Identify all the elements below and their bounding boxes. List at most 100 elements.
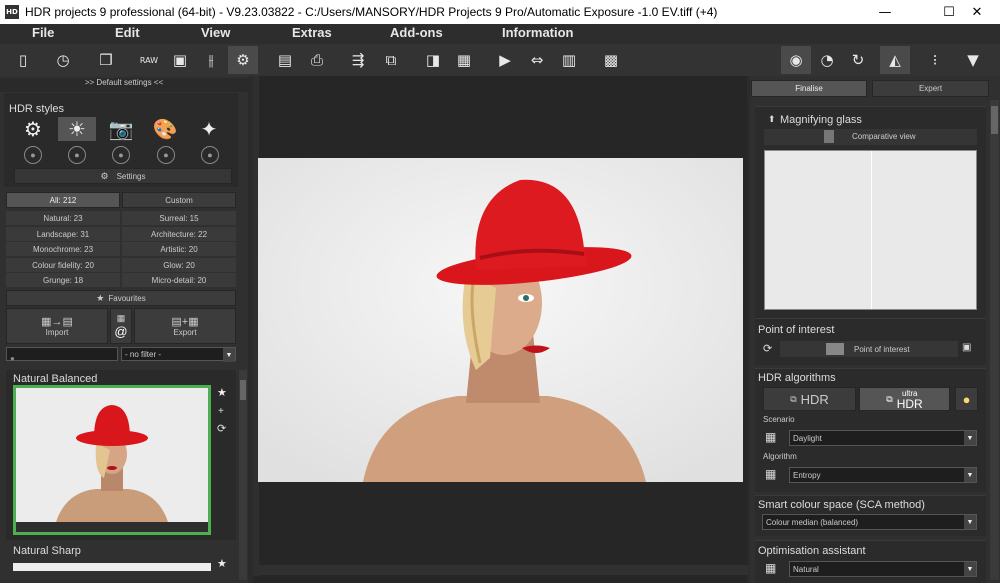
email-button[interactable]: ▦ @: [110, 308, 132, 344]
category-natural[interactable]: Natural: 23: [6, 211, 120, 225]
raw-icon[interactable]: RAW: [134, 46, 164, 74]
add-icon[interactable]: +: [218, 406, 224, 417]
panel-icon[interactable]: ⁝: [920, 46, 950, 74]
favourite-star-icon[interactable]: ★: [217, 386, 227, 399]
category-landscape[interactable]: Landscape: 31: [6, 227, 120, 241]
poi-button[interactable]: Point of interest: [780, 341, 958, 357]
hdr-button[interactable]: ⧉ HDR: [763, 387, 856, 411]
tab-all[interactable]: All: 212: [6, 192, 120, 208]
post-processing-icon[interactable]: ⚙: [228, 46, 258, 74]
brightness-icon[interactable]: ☀: [58, 117, 96, 141]
layers-icon[interactable]: ◨: [418, 46, 448, 74]
batch-icon[interactable]: ❒: [91, 46, 121, 74]
favourite-star-icon[interactable]: ★: [217, 557, 227, 570]
optimisation-title: Optimisation assistant: [758, 545, 866, 557]
sparkle-icon[interactable]: ✦: [190, 117, 228, 141]
poi-settings-icon[interactable]: ▣: [962, 342, 971, 353]
user-icon[interactable]: ●: [24, 146, 42, 164]
export-button[interactable]: ▤+▦ Export: [134, 308, 236, 344]
user-icon[interactable]: ●: [201, 146, 219, 164]
new-icon[interactable]: ▯: [8, 46, 38, 74]
import-button[interactable]: ▦→▤ Import: [6, 308, 108, 344]
tab-expert[interactable]: Expert: [872, 80, 989, 97]
tab-custom[interactable]: Custom: [122, 192, 236, 208]
palette-icon[interactable]: 🎨: [146, 117, 184, 141]
portrait-thumbnail: [16, 388, 208, 522]
category-surreal[interactable]: Surreal: 15: [122, 211, 236, 225]
main-image[interactable]: [258, 158, 743, 482]
comparative-view-toggle[interactable]: Comparative view: [764, 129, 977, 145]
crop-icon[interactable]: ⇔: [522, 46, 552, 74]
filter-dropdown[interactable]: - no filter - ▼: [121, 347, 236, 362]
poi-button-label: Point of interest: [854, 344, 910, 354]
print-icon[interactable]: ⎙: [302, 46, 332, 74]
menu-addons[interactable]: Add-ons: [390, 25, 443, 40]
settings-button[interactable]: ⚙ Settings: [14, 168, 232, 184]
ultra-hdr-button[interactable]: ⧉ ultra HDR: [859, 387, 950, 411]
arrow-up-icon[interactable]: ⬆: [768, 114, 776, 125]
close-button[interactable]: ✕: [954, 0, 1000, 24]
compare-icon[interactable]: ⧉: [376, 46, 406, 74]
history-icon[interactable]: ◷: [48, 46, 78, 74]
scroll-thumb[interactable]: [991, 106, 998, 134]
camera-icon[interactable]: 📷: [102, 117, 140, 141]
user-icon[interactable]: ●: [68, 146, 86, 164]
view-eye-icon[interactable]: ◉: [781, 46, 811, 74]
horizontal-scrollbar[interactable]: [259, 565, 749, 575]
algorithm-grid-icon[interactable]: ▦: [765, 467, 776, 481]
chevron-down-icon: ▼: [223, 348, 235, 362]
images-icon[interactable]: ▣: [165, 46, 195, 74]
comparative-view-label: Comparative view: [852, 132, 916, 141]
chevron-down-icon: ▼: [964, 468, 976, 482]
category-colour-fidelity[interactable]: Colour fidelity: 20: [6, 258, 120, 272]
gears-icon[interactable]: ⚙: [14, 117, 52, 141]
user-icon[interactable]: ●: [112, 146, 130, 164]
right-scrollbar[interactable]: [990, 100, 999, 580]
filmstrip-icon[interactable]: ▦: [449, 46, 479, 74]
tab-finalise[interactable]: Finalise: [751, 80, 867, 97]
optimisation-dropdown[interactable]: Natural ▼: [789, 561, 977, 577]
dropdown-tools-icon[interactable]: ▼: [958, 46, 988, 74]
import-label: Import: [45, 328, 69, 337]
preset-thumbnail-selected[interactable]: [13, 385, 211, 535]
preset-thumbnail[interactable]: [13, 563, 211, 571]
sca-dropdown[interactable]: Colour median (balanced) ▼: [762, 514, 977, 530]
default-settings-button[interactable]: >> Default settings <<: [0, 78, 248, 92]
optimisation-grid-icon[interactable]: ▦: [765, 561, 776, 575]
menu-extras[interactable]: Extras: [292, 25, 332, 40]
category-grunge[interactable]: Grunge: 18: [6, 273, 120, 287]
play-icon[interactable]: ▶: [490, 46, 520, 74]
scenario-dropdown[interactable]: Daylight ▼: [789, 430, 977, 446]
scroll-thumb[interactable]: [240, 380, 246, 400]
category-monochrome[interactable]: Monochrome: 23: [6, 242, 120, 256]
save-icon[interactable]: ▤: [270, 46, 300, 74]
scenario-grid-icon[interactable]: ▦: [765, 430, 776, 444]
sync-icon[interactable]: ⟳: [217, 422, 226, 435]
refresh-icon[interactable]: ⟳: [763, 342, 772, 355]
category-architecture[interactable]: Architecture: 22: [122, 227, 236, 241]
ultra-hdr-label: HDR: [896, 397, 923, 411]
menu-information[interactable]: Information: [502, 25, 574, 40]
algorithm-dropdown[interactable]: Entropy ▼: [789, 467, 977, 483]
live-preview-icon[interactable]: ◔: [812, 46, 842, 74]
split-view-icon[interactable]: ◭: [880, 46, 910, 74]
menu-view[interactable]: View: [201, 25, 230, 40]
category-micro-detail[interactable]: Micro-detail: 20: [122, 273, 236, 287]
category-glow[interactable]: Glow: 20: [122, 258, 236, 272]
menu-file[interactable]: File: [32, 25, 54, 40]
preset-scrollbar[interactable]: [239, 370, 247, 580]
search-input[interactable]: ●: [6, 347, 118, 363]
menu-edit[interactable]: Edit: [115, 25, 140, 40]
favourites-button[interactable]: ★ Favourites: [6, 290, 236, 306]
export-menu-icon[interactable]: ⇶: [343, 46, 373, 74]
minimize-button[interactable]: —: [862, 0, 908, 24]
grid-small-icon: ▦: [116, 313, 126, 323]
redo-icon[interactable]: ↻: [843, 46, 873, 74]
info-icon[interactable]: ▥: [554, 46, 584, 74]
toggle-knob[interactable]: [824, 130, 834, 143]
grid-icon[interactable]: ▩: [596, 46, 626, 74]
user-icon[interactable]: ●: [157, 146, 175, 164]
bulb-icon[interactable]: ●: [955, 387, 978, 411]
category-artistic[interactable]: Artistic: 20: [122, 242, 236, 256]
tone-mapping-icon[interactable]: ⫲: [196, 46, 226, 74]
